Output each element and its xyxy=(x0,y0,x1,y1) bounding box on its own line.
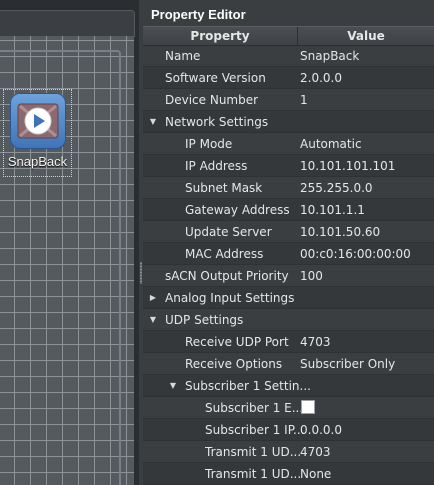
property-row[interactable]: sACN Output Priority 100 xyxy=(143,265,434,287)
workspace-tab[interactable] xyxy=(0,10,135,37)
property-label: IP Address xyxy=(185,159,248,173)
property-label: Transmit 1 UD... xyxy=(205,445,302,459)
device-label: SnapBack xyxy=(7,154,68,169)
property-row[interactable]: Transmit 1 UD... None xyxy=(143,463,434,485)
property-row[interactable]: Subnet Mask 255.255.0.0 xyxy=(143,177,434,199)
property-label: Gateway Address xyxy=(185,203,290,217)
group-row-analog-input-settings[interactable]: ▶ Analog Input Settings xyxy=(143,287,434,309)
column-header: Property Value xyxy=(143,26,434,46)
triangle-down-icon[interactable]: ▼ xyxy=(148,309,158,331)
property-label: Name xyxy=(165,49,201,63)
property-label: Subscriber 1 E... xyxy=(205,401,304,415)
play-film-icon[interactable] xyxy=(10,93,66,149)
property-row[interactable]: IP Mode Automatic xyxy=(143,133,434,155)
property-value[interactable]: 10.101.50.60 xyxy=(300,221,434,243)
property-value[interactable]: 255.255.0.0 xyxy=(300,177,434,199)
triangle-right-icon[interactable]: ▶ xyxy=(148,287,158,309)
device-node-snapback[interactable]: SnapBack xyxy=(3,89,72,177)
property-row[interactable]: Software Version 2.0.0.0 xyxy=(143,67,434,89)
group-label: Network Settings xyxy=(165,115,269,129)
property-row[interactable]: Subscriber 1 E... xyxy=(143,397,434,419)
property-row[interactable]: MAC Address 00:c0:16:00:00:00 xyxy=(143,243,434,265)
property-row[interactable]: Device Number 1 xyxy=(143,89,434,111)
splitter-grip[interactable] xyxy=(140,262,142,284)
triangle-down-icon[interactable]: ▼ xyxy=(148,111,158,133)
property-label: Receive UDP Port xyxy=(185,335,289,349)
property-value[interactable]: SnapBack xyxy=(300,45,434,67)
property-label: sACN Output Priority xyxy=(165,269,289,283)
property-value[interactable]: 10.101.101.101 xyxy=(300,155,434,177)
property-label: Update Server xyxy=(185,225,272,239)
property-label: IP Mode xyxy=(185,137,233,151)
property-value[interactable]: Automatic xyxy=(300,133,434,155)
group-label: Analog Input Settings xyxy=(165,291,295,305)
property-value[interactable]: Subscriber Only xyxy=(300,353,434,375)
group-row-subscriber-1-settings[interactable]: ▼ Subscriber 1 Settin... xyxy=(143,375,434,397)
workspace-pane: SnapBack xyxy=(0,0,139,485)
property-label: MAC Address xyxy=(185,247,264,261)
property-row[interactable]: Update Server 10.101.50.60 xyxy=(143,221,434,243)
group-row-udp-settings[interactable]: ▼ UDP Settings xyxy=(143,309,434,331)
property-grid: Name SnapBack Software Version 2.0.0.0 D… xyxy=(143,45,434,485)
header-value[interactable]: Value xyxy=(298,27,434,45)
property-value[interactable]: 1 xyxy=(300,89,434,111)
property-row[interactable]: Gateway Address 10.101.1.1 xyxy=(143,199,434,221)
triangle-down-icon[interactable]: ▼ xyxy=(168,375,178,397)
property-value[interactable]: 4703 xyxy=(300,441,434,463)
property-value[interactable]: 00:c0:16:00:00:00 xyxy=(300,243,434,265)
group-row-network-settings[interactable]: ▼ Network Settings xyxy=(143,111,434,133)
property-value[interactable]: 4703 xyxy=(300,331,434,353)
property-row[interactable]: IP Address 10.101.101.101 xyxy=(143,155,434,177)
property-label: Device Number xyxy=(165,93,259,107)
property-label: Subnet Mask xyxy=(185,181,263,195)
panel-title: Property Editor xyxy=(151,7,246,22)
property-row[interactable]: Transmit 1 UD... 4703 xyxy=(143,441,434,463)
property-value[interactable]: 0.0.0.0 xyxy=(300,419,434,441)
property-value xyxy=(300,397,434,419)
property-row[interactable]: Subscriber 1 IP... 0.0.0.0 xyxy=(143,419,434,441)
property-row[interactable]: Receive Options Subscriber Only xyxy=(143,353,434,375)
property-editor-panel: Property Editor Property Value Name Snap… xyxy=(143,0,434,485)
property-value[interactable]: 10.101.1.1 xyxy=(300,199,434,221)
property-label: Software Version xyxy=(165,71,266,85)
property-value[interactable]: 100 xyxy=(300,265,434,287)
group-label: UDP Settings xyxy=(165,313,244,327)
property-row[interactable]: Name SnapBack xyxy=(143,45,434,67)
property-label: Transmit 1 UD... xyxy=(205,467,302,481)
header-property[interactable]: Property xyxy=(143,27,298,45)
property-row[interactable]: Receive UDP Port 4703 xyxy=(143,331,434,353)
property-label: Subscriber 1 IP... xyxy=(205,423,305,437)
property-label: Receive Options xyxy=(185,357,283,371)
enable-checkbox[interactable] xyxy=(301,400,315,414)
property-value[interactable]: 2.0.0.0 xyxy=(300,67,434,89)
group-label: Subscriber 1 Settin... xyxy=(185,379,311,393)
property-value[interactable]: None xyxy=(300,463,434,485)
